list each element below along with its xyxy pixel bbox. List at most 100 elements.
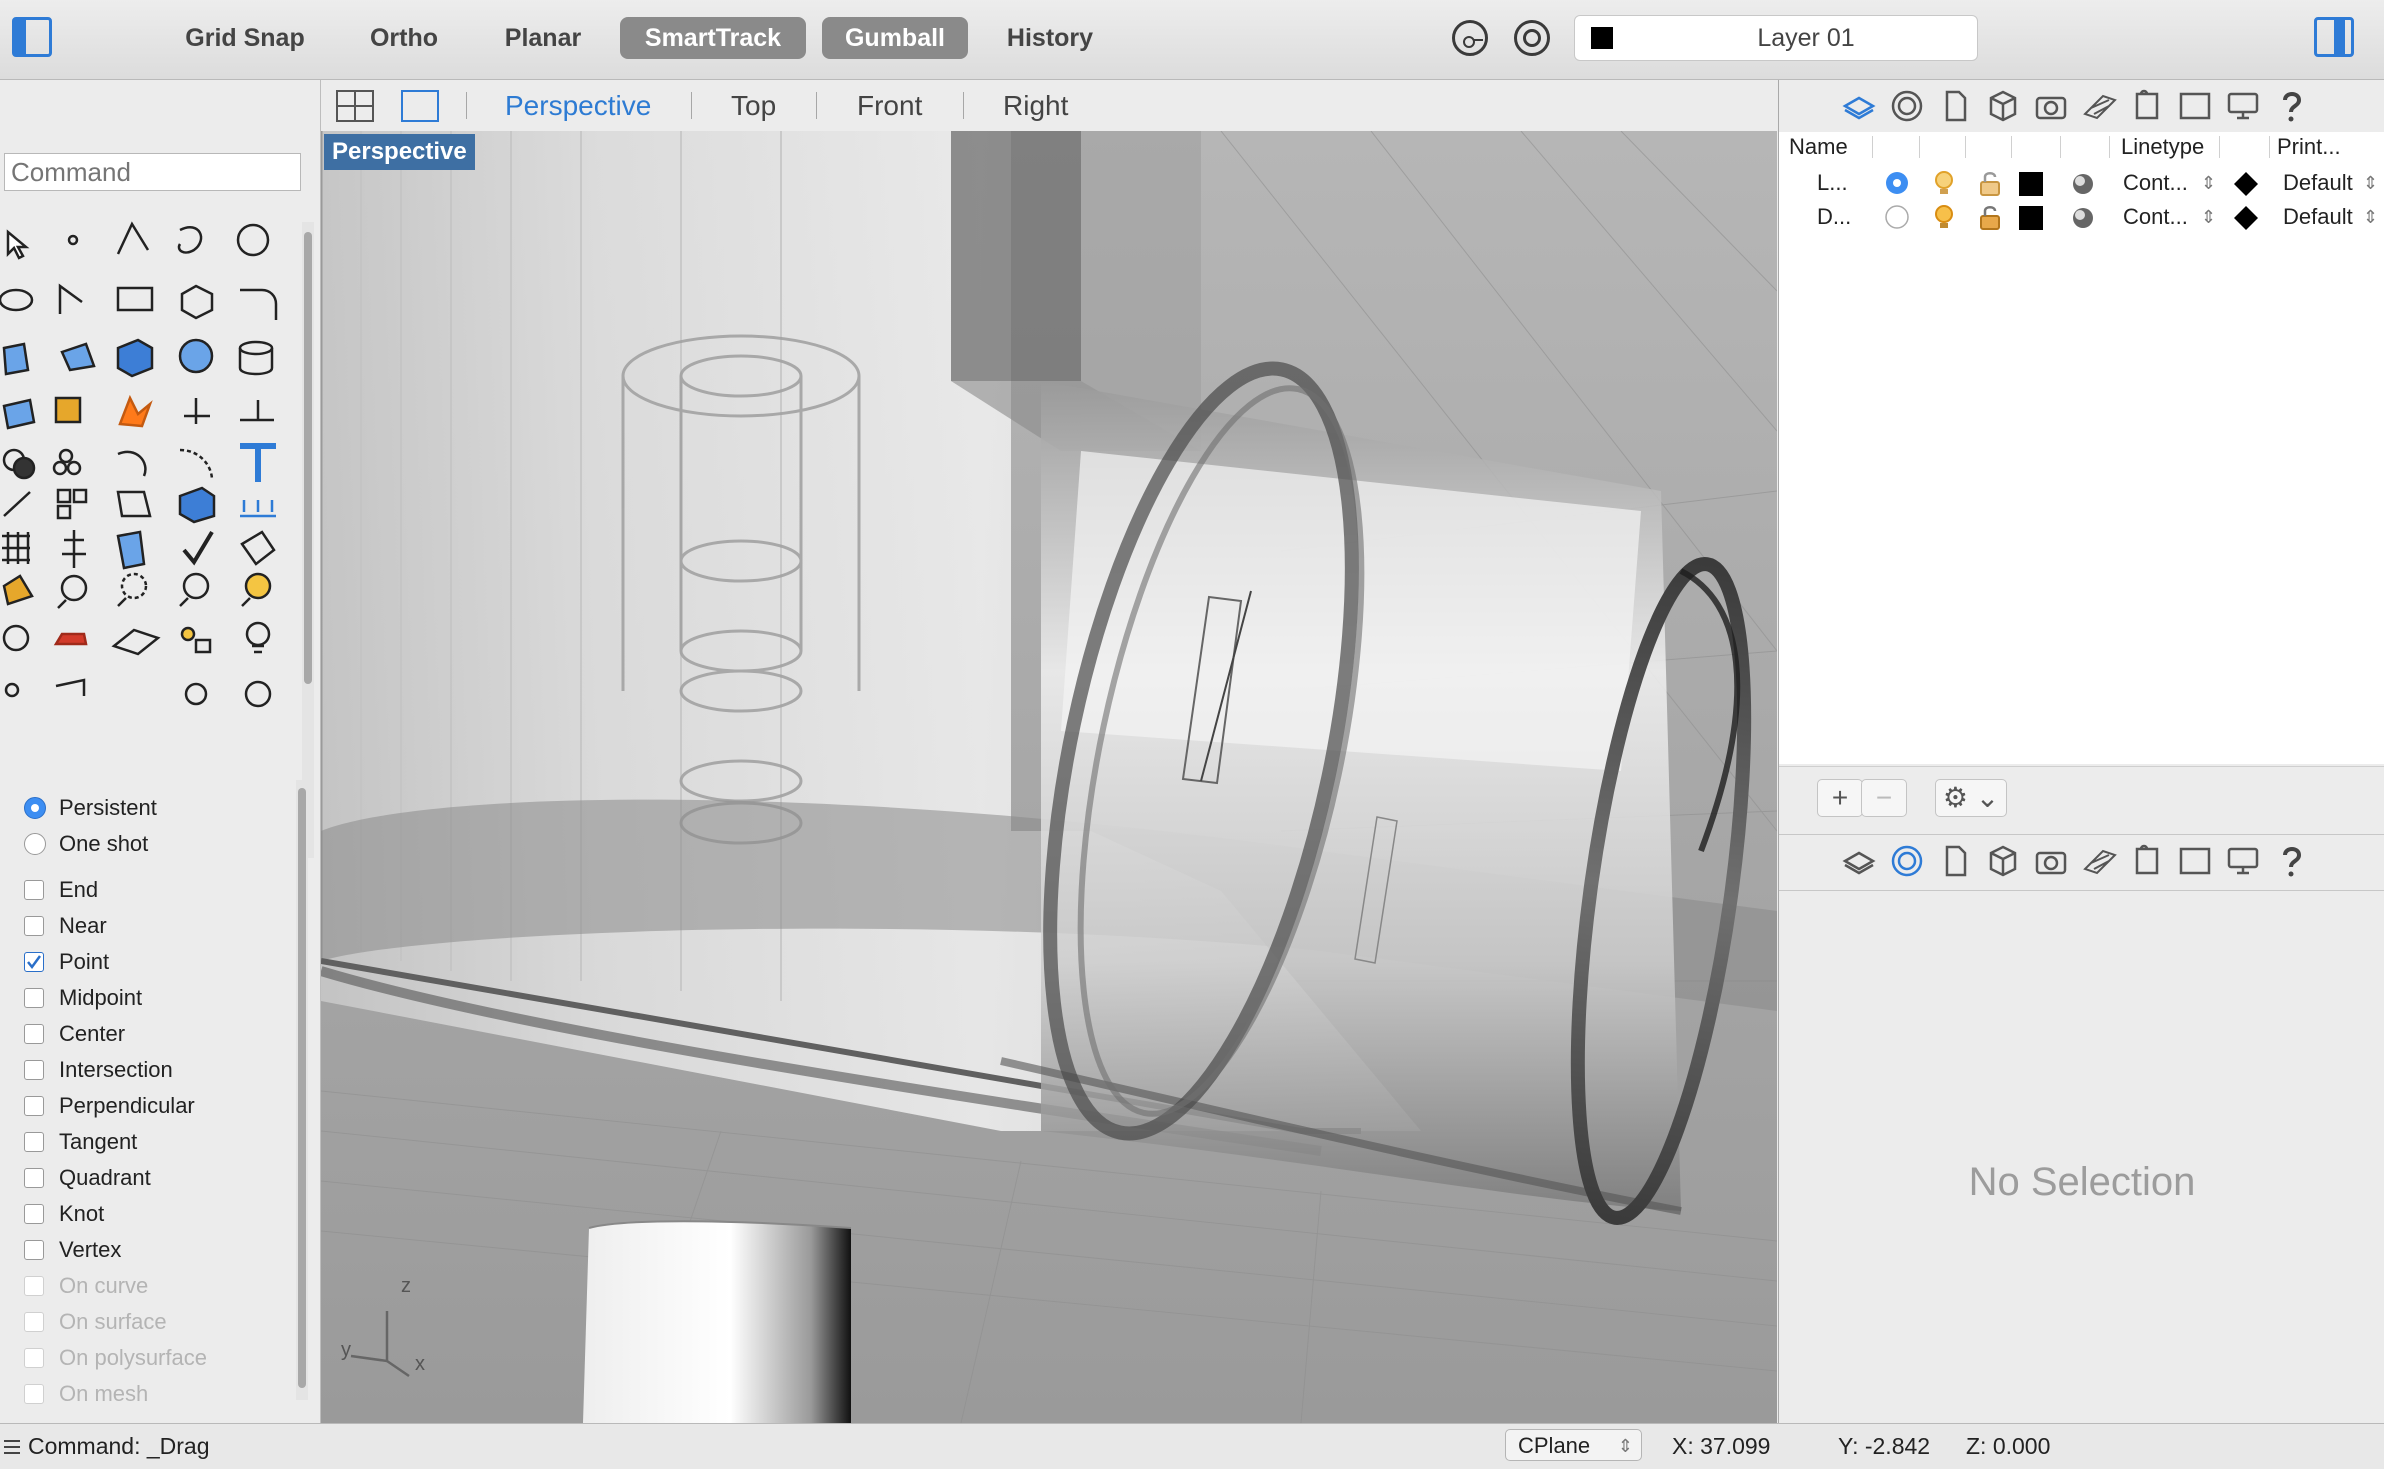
properties-panel: No Selection (1779, 890, 2384, 1424)
unlock-icon[interactable] (1977, 169, 2003, 197)
sphere-tool-icon (178, 338, 214, 374)
pin-icon[interactable] (1452, 20, 1488, 56)
command-input[interactable] (4, 153, 301, 191)
tab-front[interactable]: Front (857, 80, 922, 131)
perspective-viewport[interactable]: Perspective z y x (321, 131, 1777, 1423)
command-history-icon[interactable] (2, 1438, 22, 1456)
osnap-label: Center (59, 1021, 126, 1046)
layer-options-gear-icon[interactable]: ⚙ ⌄ (1935, 779, 2007, 817)
camera-panel-icon[interactable] (2033, 88, 2069, 124)
osnap-scrollbar[interactable] (296, 780, 308, 1400)
radio-persistent[interactable] (24, 797, 46, 819)
osnap-label: Point (59, 949, 110, 974)
panel-tabs-top (1779, 80, 2384, 132)
object-panel-icon[interactable] (1985, 88, 2021, 124)
properties-panel-icon[interactable] (1889, 843, 1925, 879)
extrude-surface-icon (2, 398, 36, 430)
tab-top[interactable]: Top (731, 80, 776, 131)
help-icon[interactable] (2273, 88, 2309, 124)
checkbox-vertex[interactable] (24, 1240, 44, 1260)
current-layer-radio-icon[interactable] (1885, 171, 1909, 195)
layer-row[interactable]: L... Cont... ⇕ Default ⇕ (1779, 166, 2384, 200)
left-sidebar-toggle-icon[interactable] (12, 17, 52, 57)
layer-linetype[interactable]: Cont... (2123, 166, 2188, 200)
layer-row[interactable]: D... Cont... ⇕ Default ⇕ (1779, 200, 2384, 234)
unlock-icon[interactable] (1977, 203, 2003, 231)
single-viewport-icon[interactable] (401, 90, 439, 122)
rotate-curve-icon (117, 450, 147, 477)
osnap-label: On surface (59, 1309, 167, 1334)
remove-layer-button[interactable]: − (1861, 779, 1907, 817)
checkbox-end[interactable] (24, 880, 44, 900)
notes-panel-icon[interactable] (2129, 88, 2165, 124)
radio-one-shot[interactable] (24, 833, 46, 855)
camera-panel-icon[interactable] (2033, 843, 2069, 879)
rendering-panel-icon[interactable] (2177, 88, 2213, 124)
linetype-stepper-icon[interactable]: ⇕ (2201, 200, 2216, 234)
help-icon[interactable] (2273, 843, 2309, 879)
checkbox-tangent[interactable] (24, 1132, 44, 1152)
material-sphere-icon[interactable] (2071, 206, 2095, 230)
layer-color-swatch[interactable] (2019, 206, 2043, 230)
print-stepper-icon[interactable]: ⇕ (2363, 200, 2378, 234)
planar-button[interactable]: Planar (492, 17, 594, 59)
display-panel-icon[interactable] (1889, 88, 1925, 124)
viewport-label[interactable]: Perspective (324, 134, 475, 170)
layer-print-width[interactable]: Default (2283, 166, 2353, 200)
smarttrack-button[interactable]: SmartTrack (620, 17, 806, 59)
point-icon (67, 234, 79, 246)
layer-print-width[interactable]: Default (2283, 200, 2353, 234)
column-print[interactable]: Print... (2277, 132, 2341, 162)
print-color-diamond-icon[interactable] (2233, 171, 2259, 197)
current-layer-radio-icon[interactable] (1885, 205, 1909, 229)
tab-perspective[interactable]: Perspective (505, 80, 651, 131)
document-panel-icon[interactable] (1937, 88, 1973, 124)
current-layer-selector[interactable]: Layer 01 (1574, 15, 1978, 61)
checkbox-point[interactable] (24, 952, 44, 972)
checkbox-knot[interactable] (24, 1204, 44, 1224)
checkbox-near[interactable] (24, 916, 44, 936)
layer-linetype[interactable]: Cont... (2123, 200, 2188, 234)
checkbox-center[interactable] (24, 1024, 44, 1044)
material-sphere-icon[interactable] (2071, 172, 2095, 196)
cplane-selector[interactable]: CPlane ⇕ (1505, 1429, 1642, 1461)
light-bulb-on-icon[interactable] (1931, 169, 1957, 197)
surface-patch-icon (2, 342, 30, 376)
layer-name[interactable]: D... (1817, 200, 1851, 234)
layer-color-swatch[interactable] (2019, 172, 2043, 196)
display-settings-icon[interactable] (2225, 843, 2261, 879)
print-stepper-icon[interactable]: ⇕ (2363, 166, 2378, 200)
checkbox-quadrant[interactable] (24, 1168, 44, 1188)
display-settings-icon[interactable] (2225, 88, 2261, 124)
light-bulb-on-icon[interactable] (1931, 203, 1957, 231)
checkbox-midpoint[interactable] (24, 988, 44, 1008)
history-button[interactable]: History (992, 17, 1108, 59)
column-linetype[interactable]: Linetype (2121, 132, 2204, 162)
layers-panel-icon[interactable] (1841, 843, 1877, 879)
grid-panel-icon[interactable] (2081, 88, 2117, 124)
trim-icon (240, 400, 274, 422)
grid-snap-button[interactable]: Grid Snap (172, 17, 318, 59)
print-color-diamond-icon[interactable] (2233, 205, 2259, 231)
linetype-stepper-icon[interactable]: ⇕ (2201, 166, 2216, 200)
notes-panel-icon[interactable] (2129, 843, 2165, 879)
four-viewports-icon[interactable] (336, 90, 374, 122)
document-panel-icon[interactable] (1937, 843, 1973, 879)
gumball-button[interactable]: Gumball (822, 17, 968, 59)
tab-right[interactable]: Right (1003, 80, 1068, 131)
object-panel-icon[interactable] (1985, 843, 2021, 879)
add-layer-button[interactable]: + (1817, 779, 1863, 817)
checkbox-perpendicular[interactable] (24, 1096, 44, 1116)
right-sidebar-toggle-icon[interactable] (2314, 17, 2354, 57)
layer-name[interactable]: L... (1817, 166, 1848, 200)
current-layer-name: Layer 01 (1757, 24, 1855, 52)
grid-panel-icon[interactable] (2081, 843, 2117, 879)
checkbox-intersection[interactable] (24, 1060, 44, 1080)
osnap-label: On curve (59, 1273, 149, 1298)
layers-panel-icon[interactable] (1841, 88, 1877, 124)
rendering-panel-icon[interactable] (2177, 843, 2213, 879)
tool-palette-scrollbar[interactable] (302, 222, 314, 858)
column-name[interactable]: Name (1789, 132, 1848, 162)
target-icon[interactable] (1514, 20, 1550, 56)
ortho-button[interactable]: Ortho (356, 17, 452, 59)
